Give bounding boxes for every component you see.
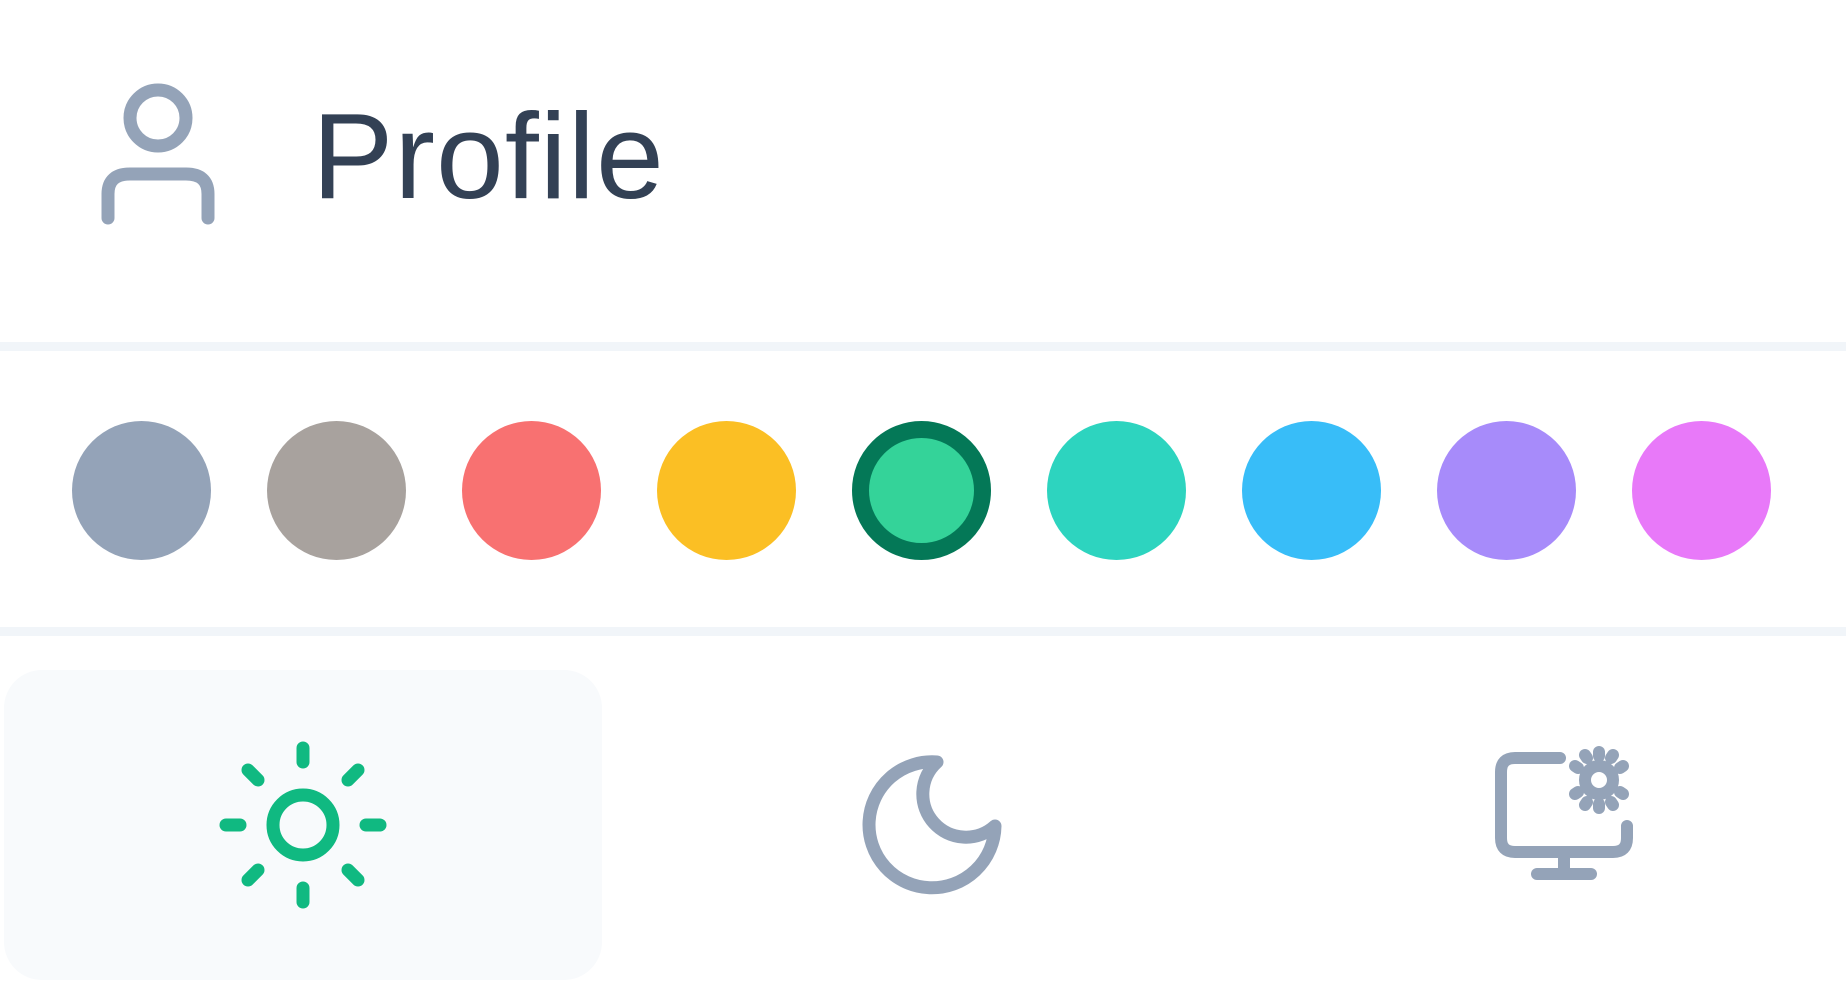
theme-system-button[interactable] (1265, 670, 1846, 980)
color-swatch-red[interactable] (462, 421, 601, 560)
color-swatch-row (0, 351, 1846, 627)
theme-mode-selector (0, 636, 1846, 1008)
color-swatch-slate[interactable] (72, 421, 211, 560)
color-swatch-fuchsia[interactable] (1632, 421, 1771, 560)
color-swatch-sky[interactable] (1242, 421, 1381, 560)
color-swatch-stone[interactable] (267, 421, 406, 560)
theme-light-button[interactable] (4, 670, 602, 980)
profile-menu-item[interactable]: Profile (0, 0, 1846, 340)
divider (0, 627, 1846, 636)
color-swatch-emerald[interactable] (852, 421, 991, 560)
color-swatch-amber[interactable] (657, 421, 796, 560)
monitor-settings-icon (1495, 746, 1633, 880)
moon-icon (862, 755, 1002, 895)
divider (0, 342, 1846, 351)
theme-dark-button[interactable] (635, 670, 1233, 980)
sun-icon (219, 741, 387, 909)
color-swatch-teal[interactable] (1047, 421, 1186, 560)
profile-label: Profile (312, 88, 665, 224)
user-icon (101, 83, 215, 225)
color-swatch-violet[interactable] (1437, 421, 1576, 560)
